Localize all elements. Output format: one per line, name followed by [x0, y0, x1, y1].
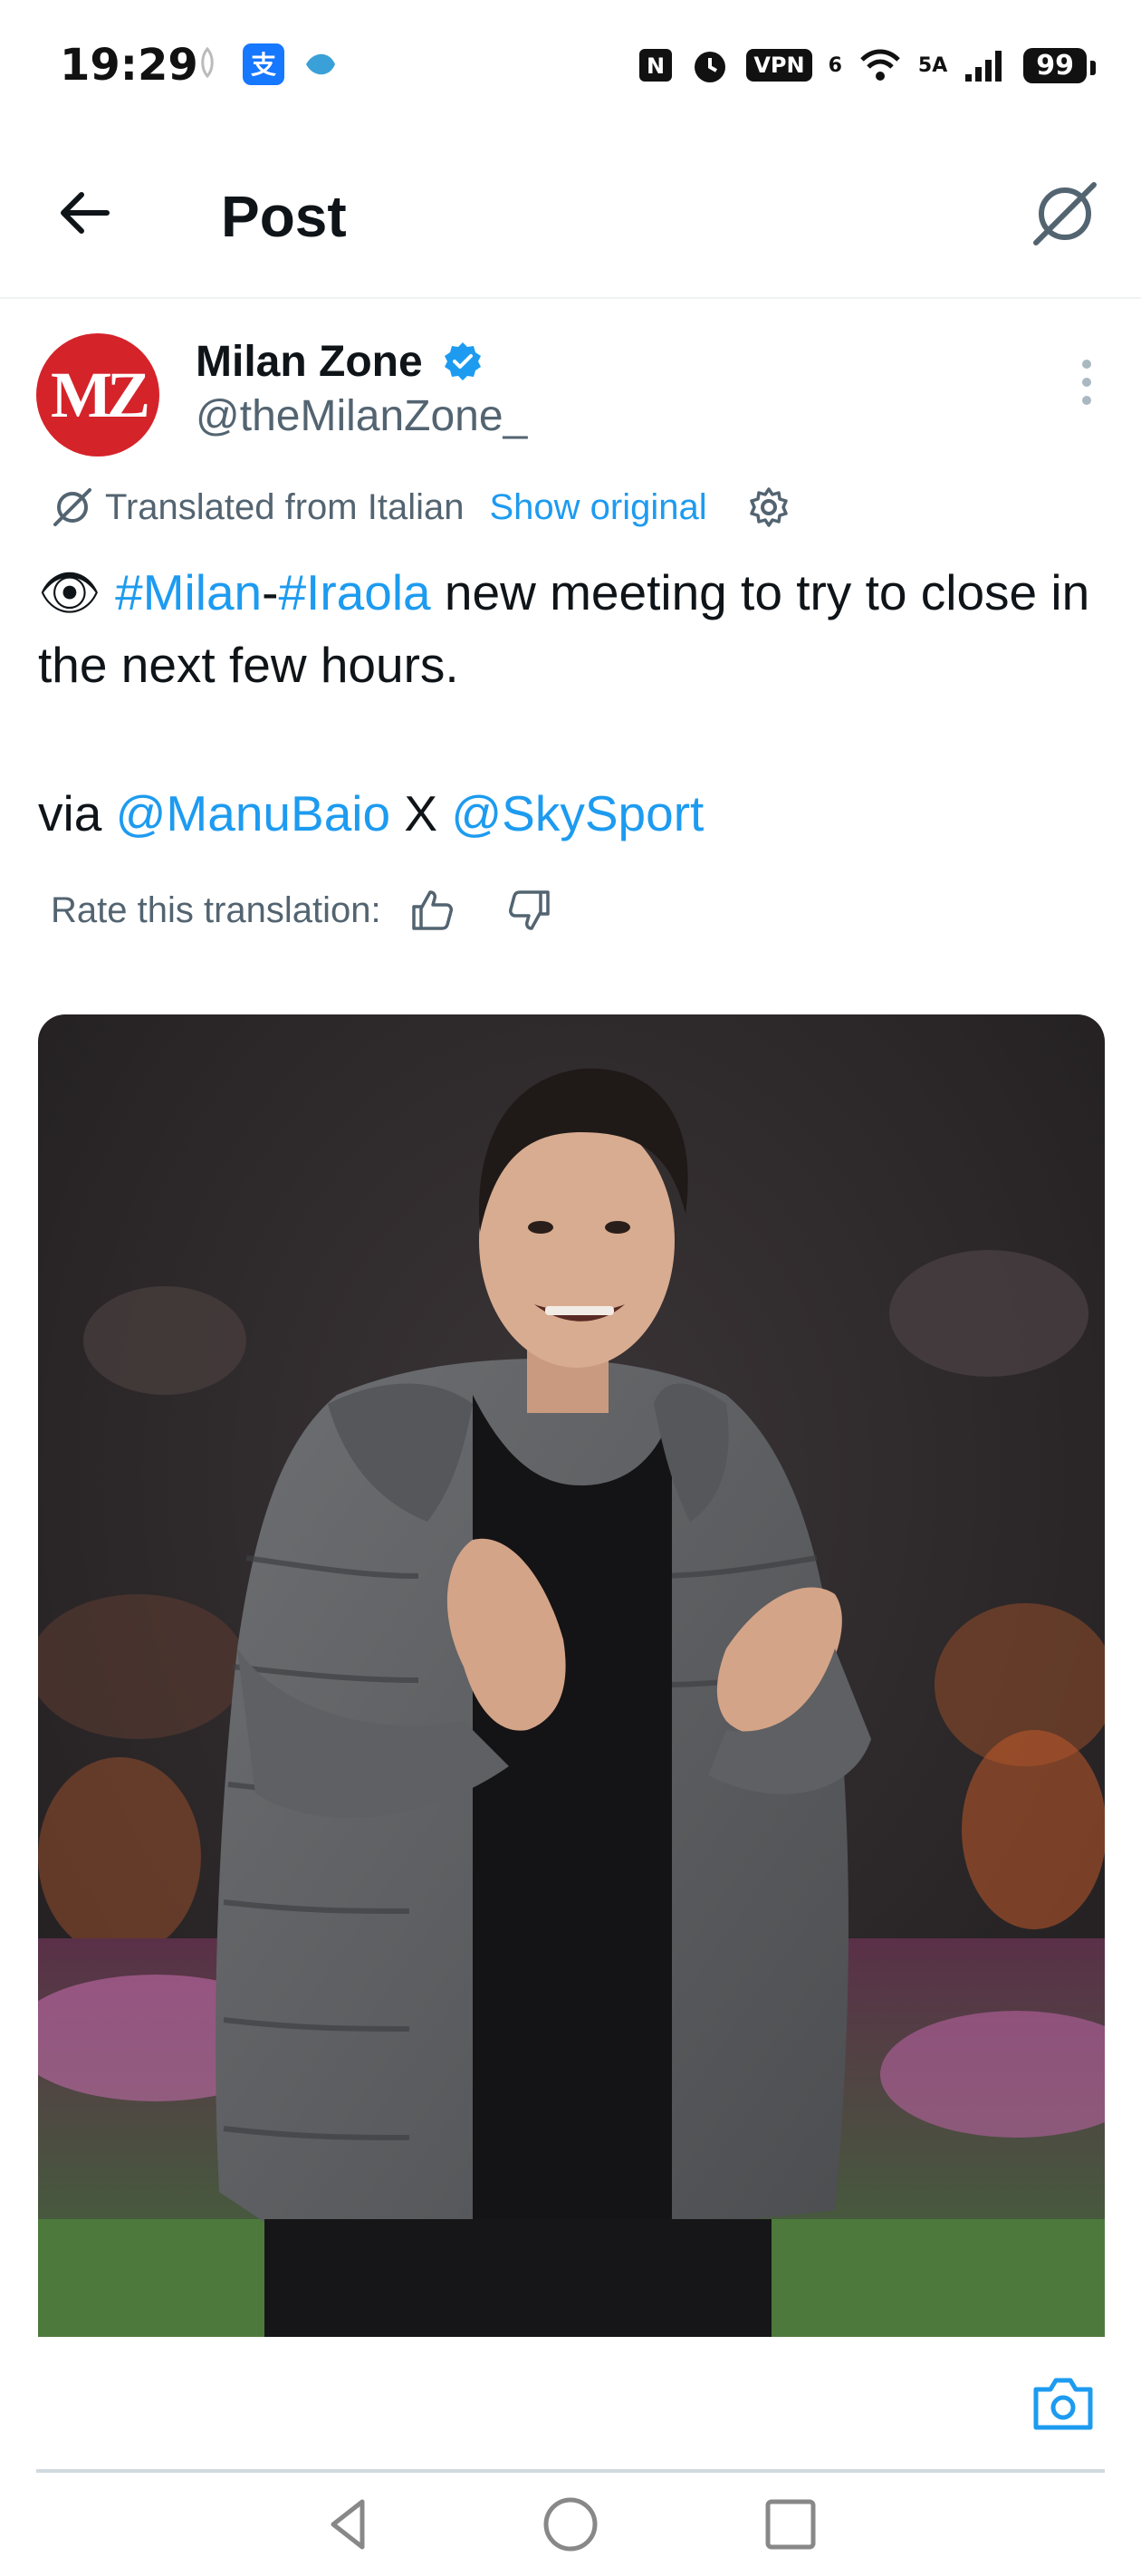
svg-text:N: N	[647, 53, 665, 79]
battery-indicator: 99	[1023, 47, 1096, 83]
translation-bar: Translated from Italian Show original	[51, 480, 791, 534]
camera-icon[interactable]	[1031, 2375, 1096, 2433]
nav-recents-icon[interactable]	[759, 2493, 822, 2556]
nfc-icon: N	[639, 49, 673, 82]
nav-back-icon[interactable]	[317, 2493, 380, 2556]
svg-text:支: 支	[251, 50, 276, 80]
mention-manubaio[interactable]: @ManuBaio	[116, 785, 391, 841]
x-separator: X	[390, 785, 452, 841]
author-avatar[interactable]: MZ	[36, 333, 159, 457]
status-time: 19:29	[60, 40, 198, 91]
rate-translation-label: Rate this translation:	[51, 889, 381, 930]
post-header: Post	[0, 136, 1141, 299]
alipay-app-icon: 支	[243, 43, 284, 85]
reply-bar	[0, 2337, 1141, 2473]
tweet-text: 👁 #Milan-#Iraola new meeting to try to c…	[38, 556, 1107, 701]
via-label: via	[38, 785, 116, 841]
translate-icon	[53, 488, 91, 526]
grok-icon[interactable]	[1029, 178, 1101, 250]
status-bar: 19:29 支 N VPN 6 5A 99	[0, 0, 1141, 136]
notification-rocket-icon	[201, 47, 214, 79]
alarm-icon	[695, 52, 726, 82]
author-handle[interactable]: @theMilanZone_	[196, 391, 527, 441]
network-type: 6	[828, 53, 842, 77]
hashtag-iraola[interactable]: #Iraola	[278, 564, 430, 620]
show-original-link[interactable]: Show original	[489, 487, 706, 528]
tweet-source-line: via @ManuBaio X @SkySport	[38, 777, 704, 850]
translated-from-label: Translated from Italian	[105, 486, 465, 527]
mention-skysport[interactable]: @SkySport	[451, 785, 704, 841]
fish-app-icon	[306, 53, 335, 75]
hashtag-milan[interactable]: #Milan	[115, 564, 262, 620]
status-indicators: N VPN 6 5A 99	[638, 45, 1096, 85]
post-media-image[interactable]	[38, 1014, 1105, 2337]
thumbs-down-icon[interactable]	[506, 887, 553, 934]
gear-icon[interactable]	[747, 485, 791, 529]
system-nav-bar	[0, 2473, 1141, 2576]
author-name[interactable]: Milan Zone	[196, 337, 423, 387]
nav-home-icon[interactable]	[539, 2493, 602, 2556]
reply-input[interactable]	[36, 2364, 942, 2437]
wifi-icon	[860, 49, 900, 81]
page-title: Post	[221, 184, 347, 249]
signal-type: 5A	[917, 53, 948, 77]
avatar-logo-text: MZ	[51, 358, 150, 431]
verified-badge-icon	[445, 342, 481, 380]
vpn-badge: VPN	[746, 49, 812, 82]
signal-bars-icon	[965, 51, 1002, 82]
back-arrow-icon[interactable]	[54, 181, 118, 245]
photo-coach-applauding	[38, 1014, 1105, 2337]
thumbs-up-icon[interactable]	[408, 887, 455, 934]
rate-translation-row: Rate this translation:	[51, 879, 553, 942]
more-options-icon[interactable]	[1078, 359, 1096, 406]
hashtag-separator: -	[262, 564, 279, 620]
eye-emoji: 👁	[38, 564, 101, 620]
